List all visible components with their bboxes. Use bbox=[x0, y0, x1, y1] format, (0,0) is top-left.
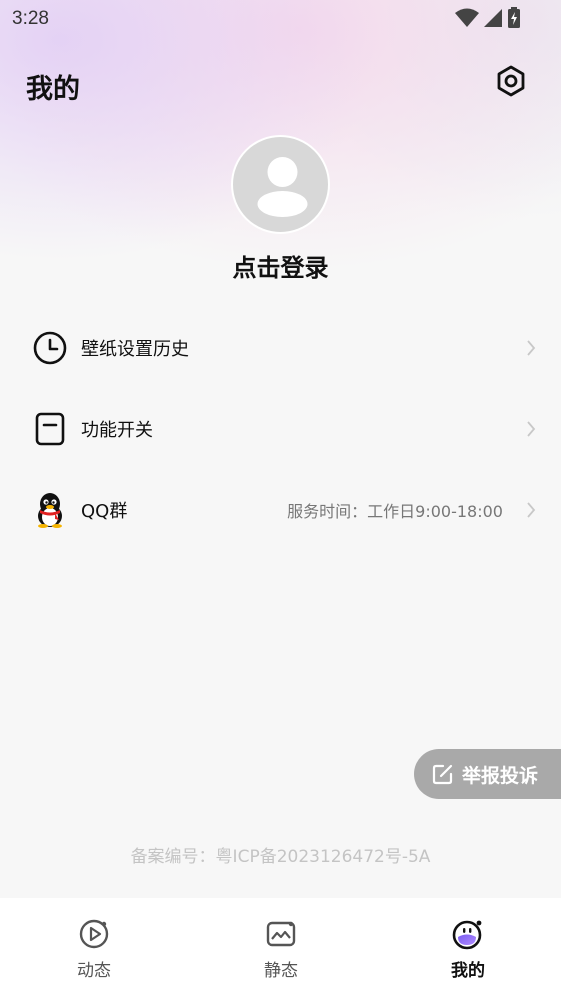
icp-record: 备案编号：粤ICP备2023126472号-5A bbox=[130, 847, 431, 867]
tab-mine[interactable]: 我的 bbox=[428, 918, 508, 988]
service-hours: 服务时间：工作日9:00-18:00 bbox=[287, 502, 503, 521]
status-time: 3:28 bbox=[12, 8, 49, 29]
cellular-signal-icon bbox=[484, 9, 502, 27]
chevron-right-icon bbox=[524, 419, 538, 439]
login-link[interactable]: 点击登录 bbox=[0, 248, 561, 283]
edit-icon bbox=[432, 764, 453, 785]
tab-label: 我的 bbox=[451, 961, 485, 981]
qq-penguin-icon bbox=[32, 492, 68, 528]
menu-item-label: 功能开关 bbox=[81, 420, 153, 441]
image-icon bbox=[266, 921, 296, 947]
tab-label: 静态 bbox=[264, 961, 298, 981]
page-title: 我的 bbox=[26, 74, 80, 105]
battery-icon bbox=[508, 7, 520, 28]
status-icons bbox=[455, 7, 521, 28]
bottom-tab-bar: 动态 静态 我的 bbox=[0, 898, 561, 999]
gear-icon bbox=[497, 65, 525, 97]
status-bar: 3:28 bbox=[0, 0, 561, 38]
profile-face-icon bbox=[452, 920, 482, 950]
chevron-right-icon bbox=[524, 338, 538, 358]
switch-icon bbox=[32, 411, 68, 447]
tab-label: 动态 bbox=[77, 961, 111, 981]
menu-item-feature-switch[interactable]: 功能开关 bbox=[0, 399, 561, 459]
menu-item-qq-group[interactable]: QQ群 服务时间：工作日9:00-18:00 bbox=[0, 480, 561, 540]
tab-dynamic[interactable]: 动态 bbox=[54, 918, 134, 988]
play-circle-icon bbox=[79, 919, 109, 949]
wifi-icon bbox=[455, 8, 479, 27]
default-user-icon bbox=[257, 157, 308, 217]
menu-item-wallpaper-history[interactable]: 壁纸设置历史 bbox=[0, 318, 561, 378]
menu-item-label: QQ群 bbox=[81, 501, 128, 522]
tab-static[interactable]: 静态 bbox=[241, 918, 321, 988]
avatar[interactable] bbox=[231, 135, 330, 234]
settings-button[interactable] bbox=[493, 63, 529, 99]
menu-item-label: 壁纸设置历史 bbox=[81, 339, 189, 360]
chevron-right-icon bbox=[524, 500, 538, 520]
report-button[interactable]: 举报投诉 bbox=[414, 749, 561, 799]
report-label: 举报投诉 bbox=[462, 764, 539, 787]
clock-icon bbox=[32, 330, 68, 366]
